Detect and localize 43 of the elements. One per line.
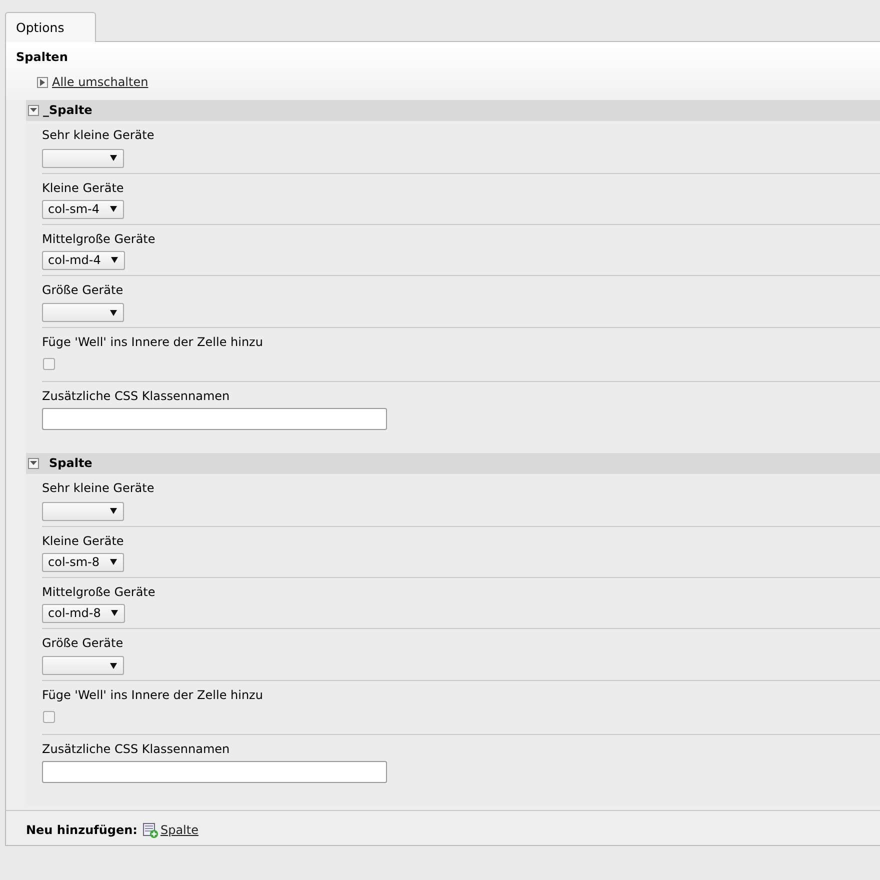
- section-title: Spalte: [48, 456, 92, 471]
- tab[interactable]: Options: [5, 12, 96, 42]
- field-label: Mittelgroße Geräte: [42, 232, 156, 246]
- select-field[interactable]: col-sm-4: [42, 200, 124, 218]
- field-label: Sehr kleine Geräte: [42, 128, 156, 143]
- select-field[interactable]: col-md-8: [42, 604, 125, 622]
- field-label: Größe Geräte: [42, 636, 124, 650]
- caret-icon: [110, 257, 118, 263]
- select-field[interactable]: col-sm-8: [42, 552, 124, 572]
- field-label: Füge 'Well' ins Innere der Zelle hinzu: [42, 688, 264, 703]
- add-new-label: Neu hinzufügen:: [26, 823, 138, 838]
- caret-icon: [110, 662, 117, 668]
- field-label: Zusätzliche CSS Klassennamen: [42, 389, 231, 404]
- field-label: Größe Geräte: [42, 282, 124, 298]
- add-column-link[interactable]: Spalte: [143, 823, 198, 838]
- field-label: Kleine Geräte: [42, 180, 125, 196]
- caret-icon: [110, 310, 117, 316]
- checkbox[interactable]: [43, 711, 55, 723]
- section-title: _Spalte: [43, 103, 92, 118]
- toggle-all-link[interactable]: Alle umschalten: [52, 75, 148, 90]
- checkbox[interactable]: [43, 358, 55, 370]
- field-label: Sehr kleine Geräte: [42, 481, 156, 496]
- field-label: Kleine Geräte: [42, 534, 125, 548]
- panel-title: Spalten: [16, 50, 69, 65]
- select-field[interactable]: [42, 148, 124, 168]
- select-field[interactable]: col-md-4: [42, 250, 125, 270]
- select-field[interactable]: [42, 502, 124, 520]
- collapse-icon[interactable]: [28, 458, 39, 469]
- text-field[interactable]: [42, 408, 387, 430]
- field-label: Zusätzliche CSS Klassennamen: [42, 742, 231, 757]
- select-field[interactable]: [42, 656, 124, 675]
- add-table-icon: [143, 823, 158, 838]
- caret-icon: [110, 206, 117, 212]
- caret-icon: [110, 559, 117, 565]
- select-field[interactable]: [42, 303, 124, 322]
- caret-icon: [110, 155, 117, 161]
- text-field[interactable]: [42, 761, 387, 783]
- collapse-icon[interactable]: [28, 105, 39, 116]
- caret-icon: [110, 508, 117, 514]
- field-label: Mittelgroße Geräte: [42, 584, 156, 600]
- caret-icon: [110, 610, 118, 616]
- expand-icon[interactable]: [37, 77, 48, 88]
- field-label: Füge 'Well' ins Innere der Zelle hinzu: [42, 335, 264, 350]
